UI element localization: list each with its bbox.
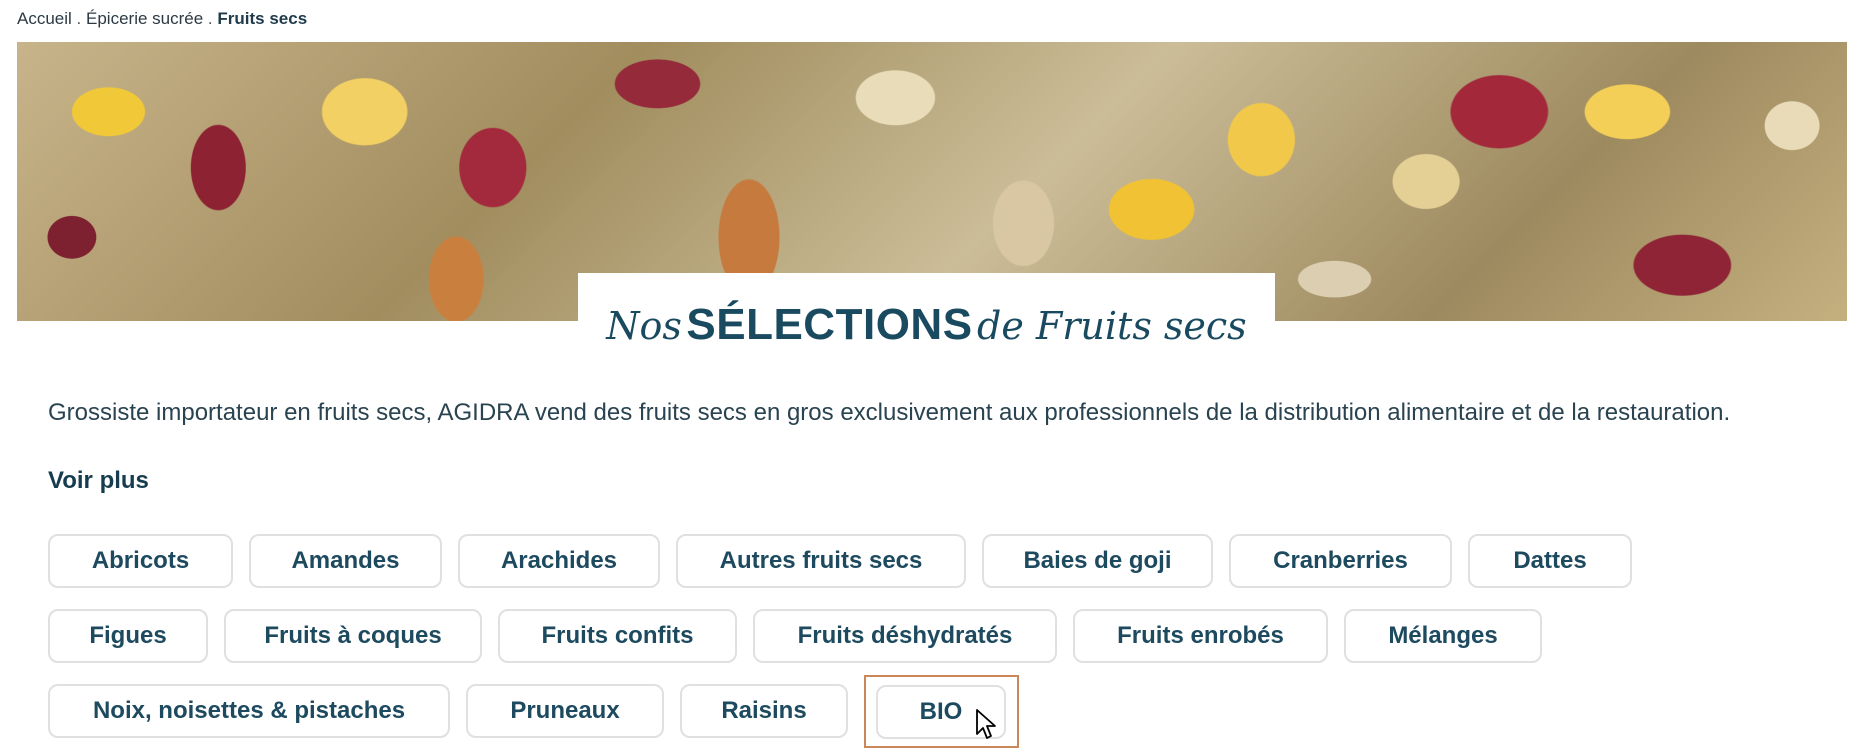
category-chip-abricots[interactable]: Abricots <box>48 534 233 588</box>
mouse-pointer-icon <box>976 709 996 739</box>
breadcrumb-separator: . <box>76 9 82 28</box>
category-chip-arachides[interactable]: Arachides <box>458 534 660 588</box>
breadcrumb-epicerie-sucree[interactable]: Épicerie sucrée <box>86 9 203 28</box>
category-chip-raisins[interactable]: Raisins <box>680 684 848 738</box>
category-chip-fruits-a-coques[interactable]: Fruits à coques <box>224 609 482 663</box>
category-chip-fruits-enrobes[interactable]: Fruits enrobés <box>1073 609 1328 663</box>
intro-text: Grossiste importateur en fruits secs, AG… <box>48 399 1731 426</box>
breadcrumb-separator: . <box>207 9 213 28</box>
category-chip-fruits-confits[interactable]: Fruits confits <box>498 609 737 663</box>
category-chip-noix-noisettes-pistaches[interactable]: Noix, noisettes & pistaches <box>48 684 450 738</box>
category-chip-baies-de-goji[interactable]: Baies de goji <box>982 534 1213 588</box>
voir-plus-link[interactable]: Voir plus <box>48 467 149 495</box>
page-title: Nos SÉLECTIONS de Fruits secs <box>578 300 1275 350</box>
category-chip-amandes[interactable]: Amandes <box>249 534 442 588</box>
breadcrumb-home[interactable]: Accueil <box>17 9 72 28</box>
category-chip-autres-fruits-secs[interactable]: Autres fruits secs <box>676 534 966 588</box>
category-chip-dattes[interactable]: Dattes <box>1468 534 1632 588</box>
category-chip-pruneaux[interactable]: Pruneaux <box>466 684 664 738</box>
page-title-strong: SÉLECTIONS <box>686 300 973 349</box>
page-title-prefix: Nos <box>606 304 682 348</box>
breadcrumb-current: Fruits secs <box>217 9 308 28</box>
category-chip-fruits-deshydrates[interactable]: Fruits déshydratés <box>753 609 1057 663</box>
category-chip-figues[interactable]: Figues <box>48 609 208 663</box>
category-chip-melanges[interactable]: Mélanges <box>1344 609 1542 663</box>
page-title-suffix: de Fruits secs <box>977 304 1247 348</box>
category-row: Abricots Amandes Arachides Autres fruits… <box>48 534 1632 588</box>
category-row: Figues Fruits à coques Fruits confits Fr… <box>48 609 1542 663</box>
category-row: Noix, noisettes & pistaches Pruneaux Rai… <box>48 675 1019 748</box>
breadcrumb: Accueil . Épicerie sucrée . Fruits secs <box>17 9 307 29</box>
category-chip-cranberries[interactable]: Cranberries <box>1229 534 1452 588</box>
